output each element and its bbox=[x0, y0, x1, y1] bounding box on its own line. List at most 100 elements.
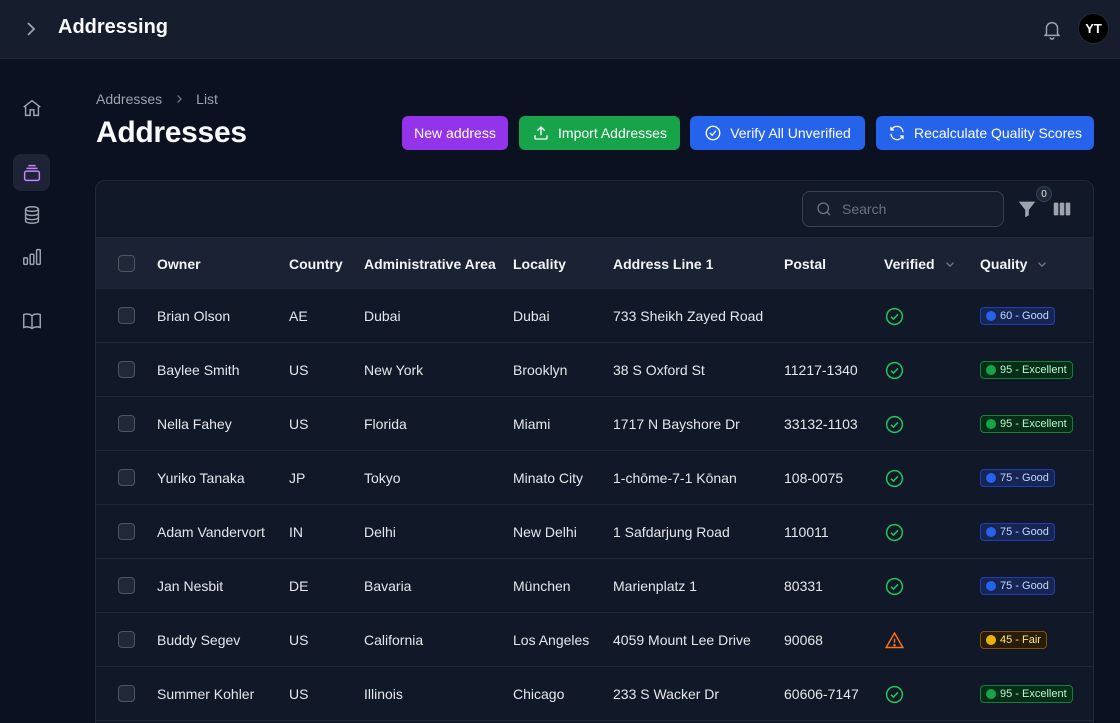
breadcrumb: Addresses List bbox=[96, 91, 218, 107]
sidebar-item-addresses[interactable] bbox=[13, 154, 50, 191]
cell-verified bbox=[884, 451, 905, 505]
cell-country: US bbox=[289, 632, 309, 648]
row-checkbox[interactable] bbox=[118, 631, 135, 648]
cell-postal: 11217-1340 bbox=[784, 362, 858, 378]
table-row[interactable]: Nella Fahey US Florida Miami 1717 N Bayshore… bbox=[96, 397, 1093, 451]
quality-badge: 75 - Good bbox=[980, 523, 1055, 541]
row-checkbox[interactable] bbox=[118, 415, 135, 432]
cell-quality: 75 - Good bbox=[980, 559, 1055, 613]
columns-icon[interactable] bbox=[1051, 198, 1073, 220]
breadcrumb-root[interactable]: Addresses bbox=[96, 91, 162, 107]
cell-owner: Yuriko Tanaka bbox=[157, 470, 245, 486]
filter-icon[interactable] bbox=[1016, 198, 1038, 220]
search-icon bbox=[817, 202, 831, 216]
cell-address-line-1: 4059 Mount Lee Drive bbox=[613, 632, 751, 648]
bell-icon[interactable] bbox=[1041, 18, 1063, 40]
cell-country: US bbox=[289, 686, 309, 702]
table-row[interactable]: Jan Nesbit DE Bavaria München Marienplatz 1 8… bbox=[96, 559, 1093, 613]
cell-address-line-1: 1717 N Bayshore Dr bbox=[613, 416, 740, 432]
quality-label: 95 - Excellent bbox=[1000, 364, 1067, 376]
breadcrumb-current: List bbox=[196, 91, 218, 107]
select-all-checkbox[interactable] bbox=[118, 255, 135, 272]
column-header-quality[interactable]: Quality bbox=[980, 238, 1049, 290]
cell-locality: Brooklyn bbox=[513, 362, 568, 378]
sidebar-item-database[interactable] bbox=[13, 196, 50, 233]
check-circle-icon bbox=[705, 125, 721, 141]
quality-label: 75 - Good bbox=[1000, 526, 1049, 538]
new-address-button[interactable]: New address bbox=[402, 116, 508, 150]
quality-dot-icon bbox=[986, 419, 996, 429]
cell-owner: Nella Fahey bbox=[157, 416, 232, 432]
cell-country: AE bbox=[289, 308, 308, 324]
table-row[interactable]: Summer Kohler US Illinois Chicago 233 S Wack… bbox=[96, 667, 1093, 721]
row-checkbox[interactable] bbox=[118, 361, 135, 378]
cell-address-line-1: Marienplatz 1 bbox=[613, 578, 698, 594]
cell-verified bbox=[884, 343, 905, 397]
cell-locality: Miami bbox=[513, 416, 551, 432]
table-row[interactable]: Yuriko Tanaka JP Tokyo Minato City 1-chōme-7… bbox=[96, 451, 1093, 505]
quality-dot-icon bbox=[986, 527, 996, 537]
cell-locality: New Delhi bbox=[513, 524, 577, 540]
row-checkbox[interactable] bbox=[118, 523, 135, 540]
cell-address-line-1: 1 Safdarjung Road bbox=[613, 524, 730, 540]
book-open-icon bbox=[22, 312, 41, 329]
chevron-down-icon bbox=[945, 262, 954, 268]
avatar[interactable]: YT bbox=[1078, 13, 1109, 44]
column-header-postal[interactable]: Postal bbox=[784, 238, 826, 290]
row-checkbox[interactable] bbox=[118, 577, 135, 594]
cell-owner: Summer Kohler bbox=[157, 686, 255, 702]
table-row[interactable]: Brian Olson AE Dubai Dubai 733 Sheikh Zayed … bbox=[96, 289, 1093, 343]
sidebar bbox=[0, 60, 62, 723]
warning-triangle-icon bbox=[884, 631, 905, 648]
cell-address-line-1: 1-chōme-7-1 Kōnan bbox=[613, 470, 737, 486]
recalculate-quality-button[interactable]: Recalculate Quality Scores bbox=[876, 116, 1094, 150]
row-checkbox[interactable] bbox=[118, 307, 135, 324]
column-header-owner[interactable]: Owner bbox=[157, 238, 201, 290]
cell-locality: München bbox=[513, 578, 571, 594]
chevron-down-icon bbox=[1038, 262, 1047, 268]
cell-locality: Chicago bbox=[513, 686, 565, 702]
column-header-administrative-area[interactable]: Administrative Area bbox=[364, 238, 496, 290]
table-row[interactable]: Buddy Segev US California Los Angeles 4059 M… bbox=[96, 613, 1093, 667]
recalculate-quality-label: Recalculate Quality Scores bbox=[913, 125, 1083, 141]
sidebar-item-home[interactable] bbox=[13, 89, 50, 126]
search-box[interactable] bbox=[802, 191, 1004, 227]
quality-label: 45 - Fair bbox=[1000, 634, 1041, 646]
column-header-verified-label: Verified bbox=[884, 256, 935, 272]
column-header-address-line-1[interactable]: Address Line 1 bbox=[613, 238, 713, 290]
row-checkbox[interactable] bbox=[118, 685, 135, 702]
cell-administrative-area: Florida bbox=[364, 416, 407, 432]
quality-dot-icon bbox=[986, 473, 996, 483]
cell-country: DE bbox=[289, 578, 309, 594]
quality-label: 75 - Good bbox=[1000, 472, 1049, 484]
cell-locality: Minato City bbox=[513, 470, 584, 486]
check-circle-icon bbox=[885, 469, 904, 487]
cell-verified bbox=[884, 559, 905, 613]
column-header-locality[interactable]: Locality bbox=[513, 238, 566, 290]
cell-owner: Baylee Smith bbox=[157, 362, 240, 378]
column-header-verified[interactable]: Verified bbox=[884, 238, 957, 290]
addresses-table-card: 0 Owner Country Administrative Area Loca… bbox=[95, 180, 1094, 723]
table-row[interactable]: Baylee Smith US New York Brooklyn 38 S Oxfor… bbox=[96, 343, 1093, 397]
upload-icon bbox=[534, 126, 548, 140]
column-header-quality-label: Quality bbox=[980, 256, 1028, 272]
cell-verified bbox=[884, 397, 905, 451]
verify-all-button[interactable]: Verify All Unverified bbox=[690, 116, 865, 150]
row-checkbox[interactable] bbox=[118, 469, 135, 486]
sidebar-item-reports[interactable] bbox=[13, 238, 50, 275]
table-row[interactable]: Adam Vandervort IN Delhi New Delhi 1 Safdarj… bbox=[96, 505, 1093, 559]
stack-icon bbox=[23, 164, 40, 181]
column-header-country[interactable]: Country bbox=[289, 238, 343, 290]
cell-quality: 75 - Good bbox=[980, 505, 1055, 559]
cell-quality: 95 - Excellent bbox=[980, 397, 1073, 451]
quality-dot-icon bbox=[986, 311, 996, 321]
import-addresses-button[interactable]: Import Addresses bbox=[519, 116, 680, 150]
chevron-right-icon[interactable] bbox=[20, 19, 40, 39]
check-circle-icon bbox=[885, 577, 904, 595]
cell-address-line-1: 733 Sheikh Zayed Road bbox=[613, 308, 764, 324]
sidebar-item-docs[interactable] bbox=[13, 302, 50, 339]
search-input[interactable] bbox=[842, 201, 992, 217]
quality-label: 95 - Excellent bbox=[1000, 688, 1067, 700]
check-circle-icon bbox=[885, 685, 904, 703]
refresh-icon bbox=[890, 125, 904, 141]
